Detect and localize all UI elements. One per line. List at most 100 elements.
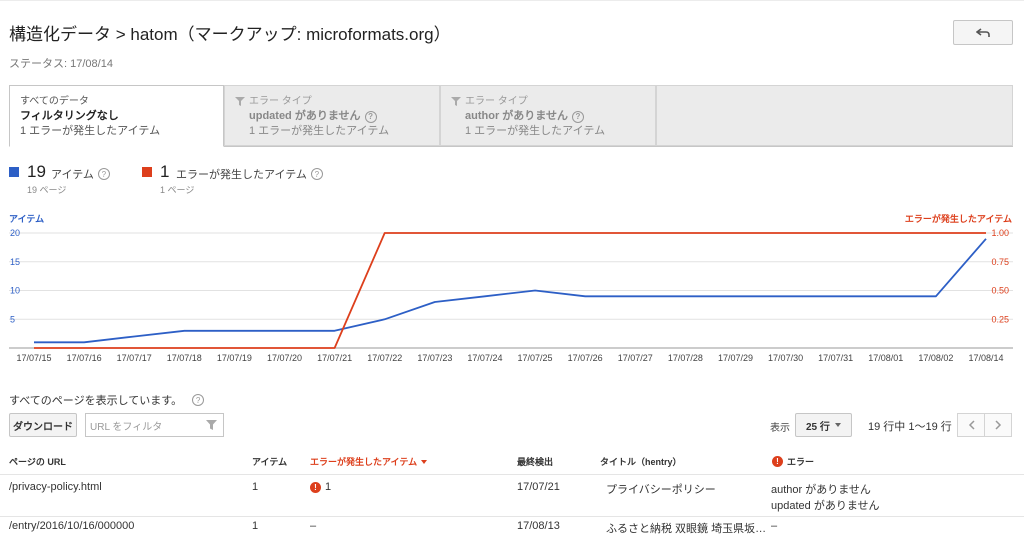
sort-desc-icon [421, 459, 428, 464]
showing-label: すべてのページを表示しています。 [9, 395, 183, 407]
col-header-url[interactable]: ページの URL [9, 455, 66, 468]
x-tick-label: 17/07/17 [117, 353, 152, 363]
right-axis-title: エラーが発生したアイテム [904, 214, 1012, 224]
download-button[interactable]: ダウンロード [9, 413, 77, 437]
row1-errors-value: 1 [325, 481, 332, 493]
row1-last-detected: 17/07/21 [517, 481, 560, 493]
help-icon[interactable]: ? [364, 110, 377, 123]
row2-url[interactable]: /entry/2016/10/16/000000 [9, 520, 134, 532]
x-tick-label: 17/07/21 [317, 353, 352, 363]
left-tick-label: 20 [10, 228, 20, 238]
left-tick-label: 10 [10, 286, 20, 296]
tab-error-author[interactable]: エラー タイプ author がありません ? 1 エラーが発生したアイテム [440, 85, 656, 146]
filter-icon [451, 97, 461, 106]
right-tick-label: 1.00 [991, 228, 1009, 238]
url-filter-placeholder: URL をフィルタ [90, 421, 163, 433]
rows-label: 表示 [770, 423, 790, 434]
right-tick-label: 0.50 [991, 286, 1009, 296]
errors-count: 1 [160, 162, 170, 181]
tab-line1: エラー タイプ [249, 96, 312, 107]
tab-empty [656, 85, 1013, 146]
x-tick-label: 17/07/24 [467, 353, 502, 363]
left-tick-label: 5 [10, 314, 15, 324]
col-header-error[interactable]: ! エラー [772, 455, 814, 468]
col-header-error-label: エラー [787, 457, 815, 467]
url-filter-input[interactable]: URL をフィルタ [85, 413, 224, 437]
col-header-errors-label: エラーが発生したアイテム [310, 457, 418, 467]
x-tick-label: 17/07/29 [718, 353, 753, 363]
items-count: 19 [27, 162, 46, 181]
col-header-errors[interactable]: エラーが発生したアイテム [310, 455, 428, 468]
row1-items: 1 [252, 481, 259, 493]
next-page-button[interactable] [984, 413, 1012, 437]
chevron-right-icon [994, 420, 1001, 430]
row2-items: 1 [252, 520, 259, 532]
col-header-last-detected[interactable]: 最終検出 [517, 455, 553, 468]
row1-errors: ! 1 [310, 481, 331, 493]
x-tick-label: 17/07/27 [618, 353, 653, 363]
col-header-title[interactable]: タイトル（hentry） [600, 455, 682, 468]
errors-label: エラーが発生したアイテム [176, 169, 307, 181]
items-label: アイテム [51, 169, 94, 181]
pagination-range: 19 行中 1〜19 行 [868, 421, 952, 433]
tab-line2: author がありません [465, 110, 568, 122]
tab-line1: すべてのデータ [20, 96, 89, 107]
col-header-items[interactable]: アイテム [252, 455, 287, 468]
help-icon[interactable]: ? [571, 110, 584, 123]
right-tick-label: 0.25 [991, 314, 1009, 324]
x-tick-label: 17/08/14 [968, 353, 1003, 363]
chevron-down-icon [834, 423, 841, 427]
items-pages: 19 ページ [27, 185, 67, 195]
rows-value: 25 行 [806, 421, 830, 433]
filter-tabs: すべてのデータ フィルタリングなし 1 エラーが発生したアイテム エラー タイプ… [9, 85, 1013, 147]
x-tick-label: 17/07/20 [267, 353, 302, 363]
row1-error-1: author がありません [771, 484, 871, 496]
x-tick-label: 17/07/25 [518, 353, 553, 363]
back-button[interactable] [953, 20, 1013, 45]
x-tick-label: 17/07/19 [217, 353, 252, 363]
chevron-left-icon [968, 420, 975, 430]
row2-errors: – [310, 520, 317, 532]
x-tick-label: 17/07/23 [417, 353, 452, 363]
tab-line1: エラー タイプ [465, 96, 528, 107]
tab-error-updated[interactable]: エラー タイプ updated がありません ? 1 エラーが発生したアイテム [224, 85, 440, 146]
prev-page-button[interactable] [957, 413, 985, 437]
left-axis-title: アイテム [9, 214, 45, 224]
error-icon: ! [310, 481, 321, 493]
x-tick-label: 17/08/02 [918, 353, 953, 363]
x-tick-label: 17/07/22 [367, 353, 402, 363]
page-title: 構造化データ > hatom（マークアップ: microformats.org） [9, 25, 451, 44]
help-icon[interactable]: ? [97, 168, 110, 180]
x-tick-label: 17/08/01 [868, 353, 903, 363]
rows-per-page-select[interactable]: 25 行 [795, 413, 852, 437]
error-icon: ! [772, 456, 783, 467]
back-arrow-icon [976, 27, 990, 37]
help-icon[interactable]: ? [310, 168, 323, 180]
x-tick-label: 17/07/15 [16, 353, 51, 363]
errors-swatch [142, 167, 152, 177]
row1-title: プライバシーポリシー [606, 484, 716, 496]
items-swatch [9, 167, 19, 177]
tab-all-data[interactable]: すべてのデータ フィルタリングなし 1 エラーが発生したアイテム [9, 85, 224, 147]
row2-title: ふるさと納税 双眼鏡 埼玉県坂… [606, 523, 767, 535]
filter-icon [235, 97, 245, 106]
row2-last-detected: 17/08/13 [517, 520, 560, 532]
x-tick-label: 17/07/30 [768, 353, 803, 363]
top-divider [0, 0, 1024, 1]
tab-line3: 1 エラーが発生したアイテム [465, 125, 606, 137]
row2-error-1: – [771, 520, 778, 532]
right-tick-label: 0.75 [991, 257, 1009, 267]
row1-url[interactable]: /privacy-policy.html [9, 481, 102, 493]
line-chart: 5 0.25 10 0.50 15 0.75 20 1.00 17/07/15 17/07/16 1… [9, 228, 1013, 363]
tab-line2: フィルタリングなし [20, 110, 119, 122]
help-icon[interactable]: ? [192, 394, 205, 406]
showing-pages-text: すべてのページを表示しています。 ? [9, 392, 205, 408]
tab-line3: 1 エラーが発生したアイテム [249, 125, 390, 137]
row-divider [0, 516, 1024, 517]
errors-pages: 1 ページ [160, 185, 195, 195]
status-date: ステータス: 17/08/14 [9, 58, 113, 70]
x-tick-label: 17/07/18 [167, 353, 202, 363]
tab-line2: updated がありません [249, 110, 361, 122]
header-divider [0, 474, 1024, 475]
x-tick-label: 17/07/28 [668, 353, 703, 363]
